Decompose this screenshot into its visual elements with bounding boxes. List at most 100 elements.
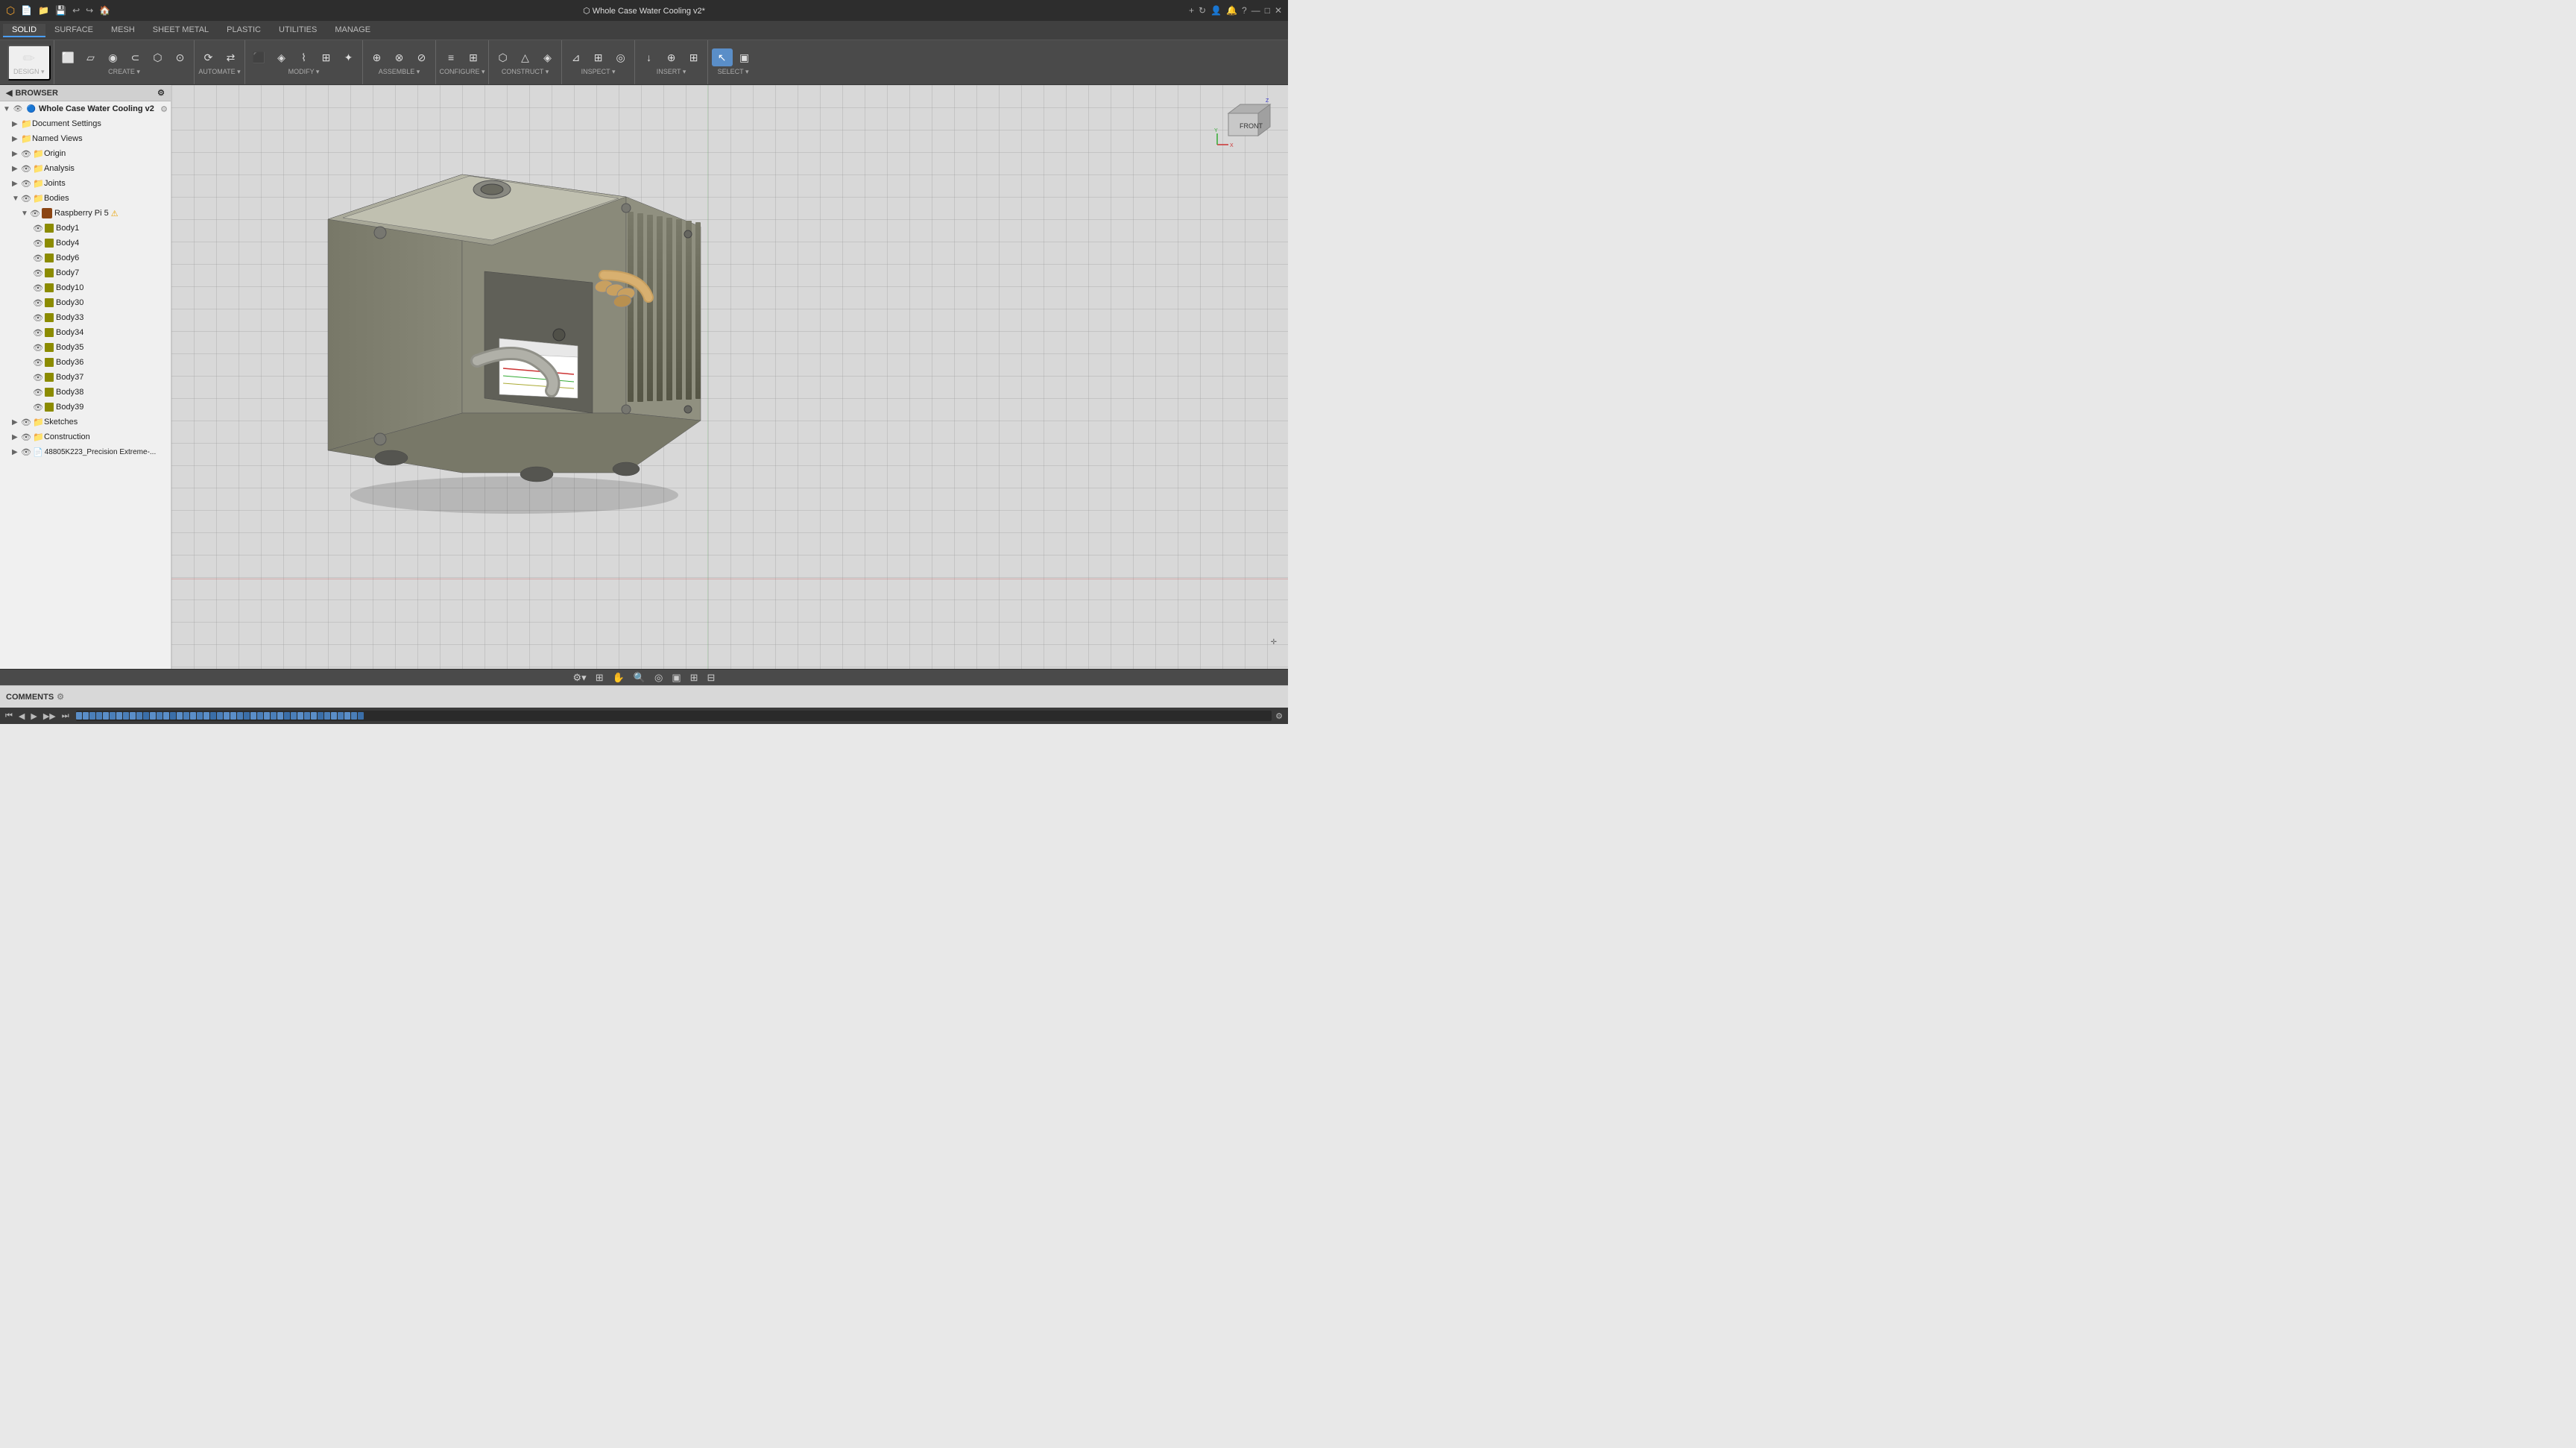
timeline-item[interactable] [190, 712, 196, 720]
doc-arrow[interactable]: ▶ [12, 120, 21, 128]
timeline-item[interactable] [83, 712, 89, 720]
tree-bodies[interactable]: ▼ 👁 📁 Bodies [0, 191, 171, 206]
timeline-item[interactable] [277, 712, 283, 720]
joint-btn[interactable]: ⊕ [367, 48, 388, 66]
insert-svg-btn[interactable]: ⊕ [661, 48, 682, 66]
timeline-item[interactable] [89, 712, 95, 720]
raspi-arrow[interactable]: ▼ [21, 210, 30, 218]
anim-fast-fwd-btn[interactable]: ▶▶ [41, 711, 58, 721]
view-layout-btn[interactable]: ⊞ [687, 672, 701, 684]
timeline-item[interactable] [324, 712, 330, 720]
timeline-item[interactable] [150, 712, 156, 720]
design-button[interactable]: ✏ DESIGN ▾ [7, 45, 51, 81]
display-settings-btn[interactable]: ⚙▾ [570, 672, 590, 684]
root-eye[interactable]: 👁 [12, 103, 24, 115]
timeline-item[interactable] [183, 712, 189, 720]
shell-btn[interactable]: ⊞ [316, 48, 337, 66]
automate-btn2[interactable]: ⇄ [221, 48, 242, 66]
help-icon[interactable]: ? [1242, 5, 1247, 16]
timeline-item[interactable] [217, 712, 223, 720]
body6-eye[interactable]: 👁 [33, 254, 43, 263]
timeline-item[interactable] [358, 712, 364, 720]
construction-arrow[interactable]: ▶ [12, 433, 21, 441]
home-icon[interactable]: 🏠 [99, 5, 110, 16]
body38-eye[interactable]: 👁 [33, 388, 43, 397]
panel-btn[interactable]: ⊟ [704, 672, 719, 684]
timeline-item[interactable] [76, 712, 82, 720]
timeline-item[interactable] [257, 712, 263, 720]
redo-icon[interactable]: ↪ [86, 5, 93, 16]
tree-body6[interactable]: 👁 Body6 [0, 251, 171, 265]
viewcube-svg[interactable]: FRONT X Y Z [1213, 91, 1273, 151]
body35-eye[interactable]: 👁 [33, 343, 43, 353]
grid-display-btn[interactable]: ⊞ [593, 672, 607, 684]
body4-eye[interactable]: 👁 [33, 239, 43, 248]
anim-play-btn[interactable]: ▶ [28, 711, 39, 721]
tree-origin[interactable]: ▶ 👁 📁 Origin [0, 146, 171, 161]
config-btn2[interactable]: ⊞ [463, 48, 484, 66]
timeline-item[interactable] [197, 712, 203, 720]
viewcube[interactable]: FRONT X Y Z [1213, 91, 1273, 151]
body37-eye[interactable]: 👁 [33, 373, 43, 383]
tree-body1[interactable]: 👁 Body1 [0, 221, 171, 236]
scale-btn[interactable]: ✦ [338, 48, 359, 66]
tree-joints[interactable]: ▶ 👁 📁 Joints [0, 176, 171, 191]
timeline-item[interactable] [304, 712, 310, 720]
analysis-eye[interactable]: 👁 [21, 164, 31, 174]
insert-dxf-btn[interactable]: ⊞ [684, 48, 704, 66]
hole-btn[interactable]: ⊙ [170, 48, 191, 66]
minimize-btn[interactable]: — [1251, 5, 1260, 16]
insert-mesh-btn[interactable]: ↓ [639, 48, 660, 66]
tab-solid[interactable]: SOLID [3, 24, 45, 37]
tree-sketches[interactable]: ▶ 👁 📁 Sketches [0, 415, 171, 429]
timeline-item[interactable] [311, 712, 317, 720]
automate-btn1[interactable]: ⟳ [198, 48, 219, 66]
timeline-item[interactable] [203, 712, 209, 720]
zoom-btn[interactable]: 🔍 [631, 672, 648, 684]
timeline-container[interactable] [76, 711, 1272, 721]
tree-body34[interactable]: 👁 Body34 [0, 325, 171, 340]
open-icon[interactable]: 📁 [38, 5, 49, 16]
tree-body30[interactable]: 👁 Body30 [0, 295, 171, 310]
body7-eye[interactable]: 👁 [33, 268, 43, 278]
timeline-item[interactable] [177, 712, 183, 720]
select-mode-btn[interactable]: ▣ [734, 48, 755, 66]
midplane-btn[interactable]: △ [515, 48, 536, 66]
reffile-arrow[interactable]: ▶ [12, 448, 21, 456]
fit-view-btn[interactable]: ◎ [651, 672, 666, 684]
timeline-item[interactable] [271, 712, 277, 720]
fillet-btn[interactable]: ◈ [271, 48, 292, 66]
timeline-item[interactable] [170, 712, 176, 720]
analysis-arrow[interactable]: ▶ [12, 165, 21, 173]
timeline-item[interactable] [230, 712, 236, 720]
body39-eye[interactable]: 👁 [33, 403, 43, 412]
tab-manage[interactable]: MANAGE [326, 24, 379, 37]
bodies-arrow[interactable]: ▼ [12, 195, 21, 203]
timeline-item[interactable] [123, 712, 129, 720]
browser-settings-icon[interactable]: ⚙ [157, 88, 165, 98]
extrude-btn[interactable]: ▱ [80, 48, 101, 66]
tree-body4[interactable]: 👁 Body4 [0, 236, 171, 251]
comments-settings-icon[interactable]: ⚙ [57, 692, 64, 702]
named-views-arrow[interactable]: ▶ [12, 135, 21, 143]
collapse-browser-btn[interactable]: ◀ [6, 88, 12, 98]
raspi-eye[interactable]: 👁 [30, 209, 40, 218]
tree-body36[interactable]: 👁 Body36 [0, 355, 171, 370]
timeline-item[interactable] [250, 712, 256, 720]
revolve-btn[interactable]: ◉ [103, 48, 124, 66]
timeline-item[interactable] [264, 712, 270, 720]
tree-construction[interactable]: ▶ 👁 📁 Construction [0, 429, 171, 444]
save-icon[interactable]: 💾 [55, 5, 66, 16]
timeline-item[interactable] [103, 712, 109, 720]
bodies-eye[interactable]: 👁 [21, 194, 31, 204]
maximize-btn[interactable]: □ [1265, 5, 1270, 16]
tree-body33[interactable]: 👁 Body33 [0, 310, 171, 325]
sketches-arrow[interactable]: ▶ [12, 418, 21, 426]
body36-eye[interactable]: 👁 [33, 358, 43, 368]
tab-utilities[interactable]: UTILITIES [270, 24, 326, 37]
timeline-item[interactable] [163, 712, 169, 720]
sweep-btn[interactable]: ⊂ [125, 48, 146, 66]
construct-btn3[interactable]: ◈ [537, 48, 558, 66]
sketches-eye[interactable]: 👁 [21, 418, 31, 427]
timeline-item[interactable] [297, 712, 303, 720]
